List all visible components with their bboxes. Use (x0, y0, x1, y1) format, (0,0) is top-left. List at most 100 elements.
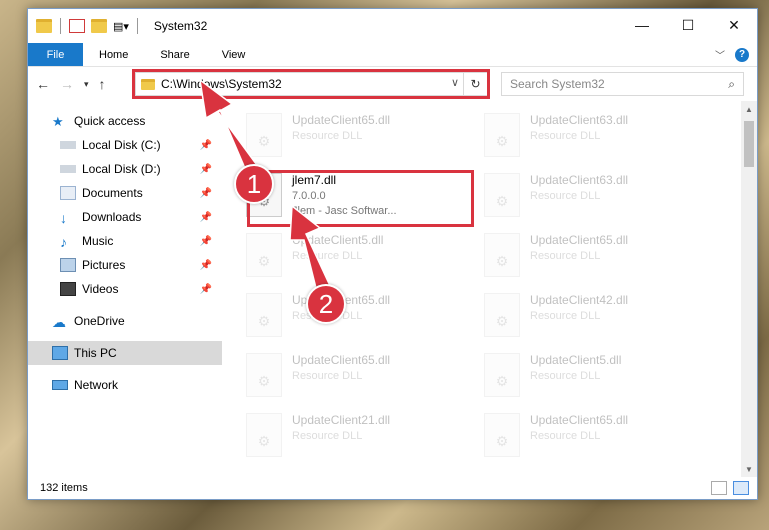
search-input[interactable]: Search System32 ⌕ (501, 72, 744, 96)
window-title: System32 (153, 19, 208, 33)
file-type: Resource DLL (530, 430, 601, 442)
drive-icon (60, 165, 76, 173)
sidebar-item-onedrive[interactable]: ☁ OneDrive (28, 309, 222, 333)
dll-file-icon: ⚙ (484, 233, 520, 277)
address-highlight-box (132, 69, 490, 99)
file-type: Resource DLL (292, 250, 363, 262)
file-item[interactable]: ⚙ UpdateClient65.dll Resource DLL (484, 227, 722, 287)
divider (136, 18, 138, 34)
vertical-scrollbar[interactable]: ▲ ▼ (741, 101, 757, 477)
new-folder-icon[interactable] (91, 19, 107, 33)
file-type: Resource DLL (292, 370, 363, 382)
pin-icon[interactable]: 📌 (200, 164, 212, 175)
file-name: UpdateClient65.dll (530, 233, 629, 247)
file-name: UpdateClient63.dll (530, 173, 629, 187)
download-icon: ↓ (60, 210, 67, 226)
file-item[interactable]: ⚙ UpdateClient21.dll Resource DLL (246, 407, 484, 467)
navigation-buttons: ← → ▾ ↑ (28, 76, 106, 92)
dll-file-icon: ⚙ (246, 293, 282, 337)
forward-icon[interactable]: → (60, 76, 74, 92)
customize-toolbar-icon[interactable]: ▤▾ (113, 20, 129, 33)
sidebar-item-local-disk-d[interactable]: Local Disk (D:) 📌 (28, 157, 222, 181)
large-icons-view-icon[interactable] (733, 481, 749, 495)
search-icon[interactable]: ⌕ (728, 77, 735, 92)
file-name: UpdateClient65.dll (530, 413, 629, 427)
sidebar-item-pictures[interactable]: Pictures 📌 (28, 253, 222, 277)
file-item[interactable]: ⚙ UpdateClient65.dllResource DLL (484, 407, 722, 467)
dll-file-icon: ⚙ (484, 353, 520, 397)
window-controls: — ☐ ✕ (619, 9, 757, 41)
scroll-thumb[interactable] (744, 121, 754, 167)
file-item[interactable]: ⚙ UpdateClient65.dllResource DLL (246, 287, 484, 347)
sidebar-item-network[interactable]: Network (28, 373, 222, 397)
step-badge-2: 2 (306, 284, 346, 324)
dll-file-icon: ⚙ (246, 413, 282, 457)
ribbon-right: ﹀ ? (715, 47, 749, 62)
pc-icon (52, 346, 68, 360)
tab-view[interactable]: View (206, 43, 262, 66)
file-item[interactable]: ⚙ UpdateClient63.dll Resource DLL (484, 107, 722, 167)
tab-file[interactable]: File (28, 43, 83, 66)
pin-icon[interactable]: 📌 (200, 140, 212, 151)
properties-icon[interactable] (69, 19, 85, 33)
close-button[interactable]: ✕ (711, 9, 757, 41)
file-name: UpdateClient42.dll (530, 293, 629, 307)
sidebar-item-quick-access[interactable]: ★ Quick access (28, 109, 222, 133)
sidebar-item-label: Local Disk (D:) (82, 162, 161, 176)
file-item[interactable]: ⚙ UpdateClient5.dll Resource DLL (484, 347, 722, 407)
dll-file-icon: ⚙ (246, 233, 282, 277)
back-icon[interactable]: ← (36, 76, 50, 92)
dll-file-icon: ⚙ (484, 293, 520, 337)
minimize-button[interactable]: — (619, 9, 665, 41)
tab-home[interactable]: Home (83, 43, 144, 66)
scroll-down-icon[interactable]: ▼ (741, 461, 757, 477)
file-type: Resource DLL (530, 310, 601, 322)
search-placeholder: Search System32 (510, 77, 605, 91)
sidebar-item-music[interactable]: ♪ Music 📌 (28, 229, 222, 253)
file-name: UpdateClient5.dll (530, 353, 622, 367)
help-icon[interactable]: ? (735, 47, 749, 62)
file-highlight-box (247, 170, 474, 227)
up-icon[interactable]: ↑ (99, 76, 106, 92)
pictures-icon (60, 258, 76, 272)
sidebar-item-label: Pictures (82, 258, 126, 272)
file-item[interactable]: ⚙ UpdateClient42.dll Resource DLL (484, 287, 722, 347)
file-type: Resource DLL (530, 190, 601, 202)
sidebar-item-this-pc[interactable]: This PC (28, 341, 222, 365)
dll-file-icon: ⚙ (246, 113, 282, 157)
sidebar-item-downloads[interactable]: ↓ Downloads 📌 (28, 205, 222, 229)
sidebar-item-local-disk-c[interactable]: Local Disk (C:) 📌 (28, 133, 222, 157)
drive-icon (60, 141, 76, 149)
step-badge-1: 1 (234, 164, 274, 204)
pin-icon[interactable]: 📌 (200, 236, 212, 247)
dll-file-icon: ⚙ (484, 113, 520, 157)
videos-icon (60, 282, 76, 296)
file-type: Resource DLL (530, 130, 601, 142)
file-item[interactable]: ⚙ UpdateClient63.dll Resource DLL (484, 167, 722, 227)
sidebar-item-label: Network (74, 378, 119, 392)
file-type: Resource DLL (530, 370, 601, 382)
pin-icon[interactable]: 📌 (200, 284, 212, 295)
sidebar-item-label: Videos (82, 282, 119, 296)
file-item[interactable]: ⚙ UpdateClient5.dll Resource DLL (246, 227, 484, 287)
file-item[interactable]: ⚙ UpdateClient65.dllResource DLL (246, 347, 484, 407)
sidebar-item-documents[interactable]: Documents 📌 (28, 181, 222, 205)
details-view-icon[interactable] (711, 481, 727, 495)
pin-icon[interactable]: 📌 (200, 212, 212, 223)
maximize-button[interactable]: ☐ (665, 9, 711, 41)
file-list: ⚙ UpdateClient65.dll Resource DLL ⚙ Updat… (222, 101, 757, 477)
tab-share[interactable]: Share (144, 43, 205, 66)
sidebar-item-label: Documents (82, 186, 143, 200)
file-name: UpdateClient65.dll (292, 353, 391, 367)
file-name: UpdateClient63.dll (530, 113, 629, 127)
scroll-up-icon[interactable]: ▲ (741, 101, 757, 117)
file-item[interactable]: ⚙ UpdateClient65.dllResource DLL (246, 107, 484, 167)
recent-locations-icon[interactable]: ▾ (84, 79, 89, 90)
file-type: Resource DLL (530, 250, 601, 262)
pin-icon[interactable]: 📌 (200, 188, 212, 199)
documents-icon (60, 186, 76, 200)
folder-icon (36, 19, 52, 33)
pin-icon[interactable]: 📌 (200, 260, 212, 271)
sidebar-item-videos[interactable]: Videos 📌 (28, 277, 222, 301)
expand-ribbon-icon[interactable]: ﹀ (715, 47, 725, 62)
